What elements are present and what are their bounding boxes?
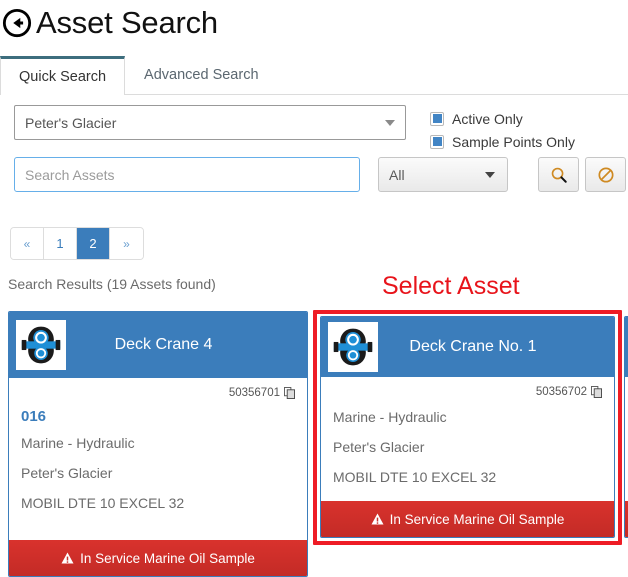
asset-detail-site: Peter's Glacier — [21, 465, 113, 481]
asset-id: 50356702 — [535, 386, 587, 398]
asset-id-row: 50356701 — [21, 384, 295, 402]
pagination-page-2[interactable]: 2 — [77, 228, 110, 259]
pagination-prev[interactable]: « — [11, 228, 44, 259]
tab-advanced-search[interactable]: Advanced Search — [125, 55, 277, 94]
gearbox-asset-icon — [333, 328, 373, 366]
asset-detail-site: Peter's Glacier — [333, 439, 425, 455]
asset-code: 016 — [21, 408, 47, 425]
asset-card-status-button[interactable]: In Service Marine Oil Sample — [321, 501, 614, 537]
site-select[interactable]: Peter's Glacier — [14, 105, 406, 140]
chevron-down-icon — [485, 171, 495, 178]
page-title: Asset Search — [36, 5, 218, 40]
asset-card-body: 50356702 Marine - Hydraulic Peter's Glac… — [321, 377, 614, 501]
asset-card[interactable]: Deck Crane 4 50356701 016 Marine - Hydra… — [8, 311, 308, 577]
asset-detail-type: Marine - Hydraulic — [333, 409, 447, 425]
page-header: Asset Search — [0, 0, 218, 46]
copy-icon[interactable] — [284, 387, 295, 399]
warning-triangle-icon — [61, 552, 74, 564]
search-filters: Active Only Sample Points Only — [430, 107, 575, 153]
asset-detail-type: Marine - Hydraulic — [21, 435, 135, 451]
checkbox-active-only[interactable]: Active Only — [430, 107, 575, 130]
back-arrow-icon[interactable] — [2, 8, 32, 38]
asset-detail-lubricant: MOBIL DTE 10 EXCEL 32 — [333, 469, 497, 485]
tab-advanced-search-label: Advanced Search — [144, 67, 259, 83]
asset-card-title: Deck Crane 4 — [114, 336, 213, 353]
pagination: « 1 2 » — [10, 227, 144, 260]
pagination-next[interactable]: » — [110, 228, 143, 259]
asset-card-header: Deck Crane 4 — [9, 312, 307, 378]
ban-icon — [597, 166, 614, 183]
search-icon — [551, 167, 567, 183]
search-button[interactable] — [538, 157, 579, 192]
clear-search-button[interactable] — [585, 157, 626, 192]
asset-card-status-button[interactable]: In Service Marine Oil Sample — [9, 540, 307, 576]
search-tabs: Quick Search Advanced Search — [0, 56, 628, 95]
asset-card-status-label: In Service Marine Oil Sample — [389, 511, 565, 527]
asset-card[interactable] — [624, 316, 628, 538]
results-count-label: Search Results (19 Assets found) — [8, 276, 216, 292]
tab-quick-search[interactable]: Quick Search — [0, 56, 126, 95]
site-select-value: Peter's Glacier — [25, 114, 117, 131]
search-panel: Peter's Glacier Active Only Sample Point… — [0, 95, 628, 213]
asset-thumbnail — [328, 322, 378, 372]
search-assets-input[interactable] — [14, 157, 360, 192]
tab-quick-search-label: Quick Search — [19, 69, 107, 85]
checkbox-sample-points-only-box[interactable] — [430, 134, 444, 149]
copy-icon[interactable] — [591, 386, 602, 398]
asset-search-page: Asset Search Quick Search Advanced Searc… — [0, 0, 628, 577]
asset-type-select[interactable]: All — [378, 157, 508, 192]
pagination-page-1[interactable]: 1 — [44, 228, 77, 259]
asset-card[interactable]: Deck Crane No. 1 50356702 Marine - Hydra… — [320, 316, 615, 538]
checkbox-sample-points-only-label: Sample Points Only — [452, 133, 575, 150]
asset-thumbnail — [16, 320, 66, 370]
asset-card-body: 50356701 016 Marine - Hydraulic Peter's … — [9, 378, 307, 527]
asset-id: 50356701 — [228, 387, 280, 399]
gearbox-asset-icon — [21, 326, 61, 364]
asset-card-status-label: In Service Marine Oil Sample — [80, 550, 255, 566]
asset-id-row: 50356702 — [333, 383, 602, 401]
warning-triangle-icon — [371, 513, 384, 525]
select-asset-annotation: Select Asset — [382, 272, 520, 300]
asset-card-header: Deck Crane No. 1 — [321, 317, 614, 377]
asset-card-title: Deck Crane No. 1 — [409, 338, 537, 355]
asset-detail-lubricant: MOBIL DTE 10 EXCEL 32 — [21, 495, 185, 511]
checkbox-sample-points-only[interactable]: Sample Points Only — [430, 130, 575, 153]
checkbox-active-only-label: Active Only — [452, 110, 523, 127]
chevron-down-icon — [385, 119, 395, 126]
asset-type-select-value: All — [389, 166, 405, 183]
checkbox-active-only-box[interactable] — [430, 111, 444, 126]
